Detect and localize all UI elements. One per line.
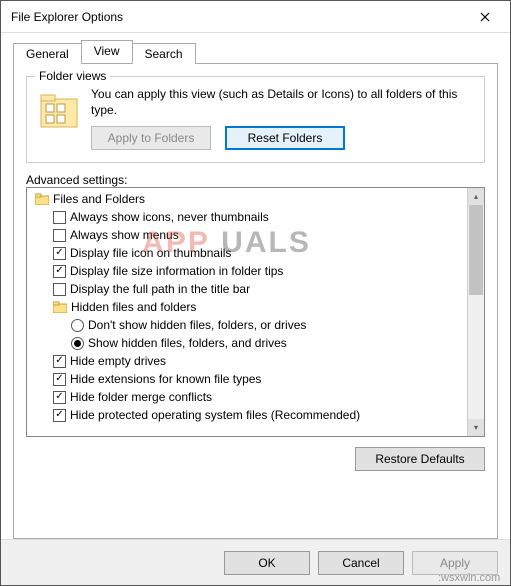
window-title: File Explorer Options <box>11 10 123 24</box>
tree-item[interactable]: ✓Hide folder merge conflicts <box>31 388 465 406</box>
checkbox-icon[interactable]: ✓ <box>53 391 66 404</box>
tree-item[interactable]: ✓Display file size information in folder… <box>31 262 465 280</box>
content-area: General View Search Folder views <box>1 33 510 539</box>
folder-views-description: You can apply this view (such as Details… <box>91 87 474 118</box>
checkbox-icon[interactable] <box>53 229 66 242</box>
titlebar: File Explorer Options <box>1 1 510 33</box>
tree-item[interactable]: Don't show hidden files, folders, or dri… <box>31 316 465 334</box>
scroll-down-icon[interactable]: ▾ <box>468 419 484 436</box>
folder-views-icon <box>37 89 81 133</box>
restore-defaults-button[interactable]: Restore Defaults <box>355 447 485 471</box>
tab-general[interactable]: General <box>13 43 82 64</box>
tree-item[interactable]: ✓Display file icon on thumbnails <box>31 244 465 262</box>
scroll-up-icon[interactable]: ▴ <box>468 188 484 205</box>
close-icon <box>480 12 490 22</box>
tree-item[interactable]: Always show menus <box>31 226 465 244</box>
tree-item[interactable]: Always show icons, never thumbnails <box>31 208 465 226</box>
folder-views-title: Folder views <box>35 69 110 83</box>
tree-root-label: Files and Folders <box>53 190 145 208</box>
checkbox-icon[interactable]: ✓ <box>53 265 66 278</box>
checkbox-icon[interactable]: ✓ <box>53 409 66 422</box>
checkbox-icon[interactable]: ✓ <box>53 355 66 368</box>
tree-item[interactable]: ✓Hide protected operating system files (… <box>31 406 465 424</box>
tabs: General View Search <box>13 41 498 63</box>
tree-item[interactable]: Display the full path in the title bar <box>31 280 465 298</box>
scrollbar[interactable]: ▴ ▾ <box>467 188 484 436</box>
apply-button: Apply <box>412 551 498 575</box>
reset-folders-button[interactable]: Reset Folders <box>225 126 345 150</box>
tree-item[interactable]: ✓Hide extensions for known file types <box>31 370 465 388</box>
dialog-footer: OK Cancel Apply <box>1 539 510 585</box>
tree-item[interactable]: Show hidden files, folders, and drives <box>31 334 465 352</box>
tree-body[interactable]: Files and Folders Always show icons, nev… <box>27 188 467 436</box>
tab-view[interactable]: View <box>81 40 133 63</box>
tabpanel-view: Folder views You can apply this view (su… <box>13 63 498 539</box>
checkbox-icon[interactable]: ✓ <box>53 247 66 260</box>
tab-search[interactable]: Search <box>132 43 196 64</box>
radio-icon[interactable] <box>71 337 84 350</box>
folder-views-group: Folder views You can apply this view (su… <box>26 76 485 163</box>
tree-root[interactable]: Files and Folders <box>31 190 465 208</box>
close-button[interactable] <box>464 2 506 32</box>
dialog-window: File Explorer Options General View Searc… <box>0 0 511 586</box>
apply-to-folders-button: Apply to Folders <box>91 126 211 150</box>
scroll-thumb[interactable] <box>469 205 483 295</box>
advanced-settings-label: Advanced settings: <box>26 173 485 187</box>
folder-icon <box>53 301 67 313</box>
checkbox-icon[interactable] <box>53 283 66 296</box>
advanced-settings-tree: Files and Folders Always show icons, nev… <box>26 187 485 437</box>
source-watermark: :wsxwin.com <box>438 572 500 584</box>
ok-button[interactable]: OK <box>224 551 310 575</box>
radio-icon[interactable] <box>71 319 84 332</box>
tree-subfolder[interactable]: Hidden files and folders <box>31 298 465 316</box>
checkbox-icon[interactable]: ✓ <box>53 373 66 386</box>
folder-icon <box>35 193 49 205</box>
tree-item[interactable]: ✓Hide empty drives <box>31 352 465 370</box>
cancel-button[interactable]: Cancel <box>318 551 404 575</box>
checkbox-icon[interactable] <box>53 211 66 224</box>
